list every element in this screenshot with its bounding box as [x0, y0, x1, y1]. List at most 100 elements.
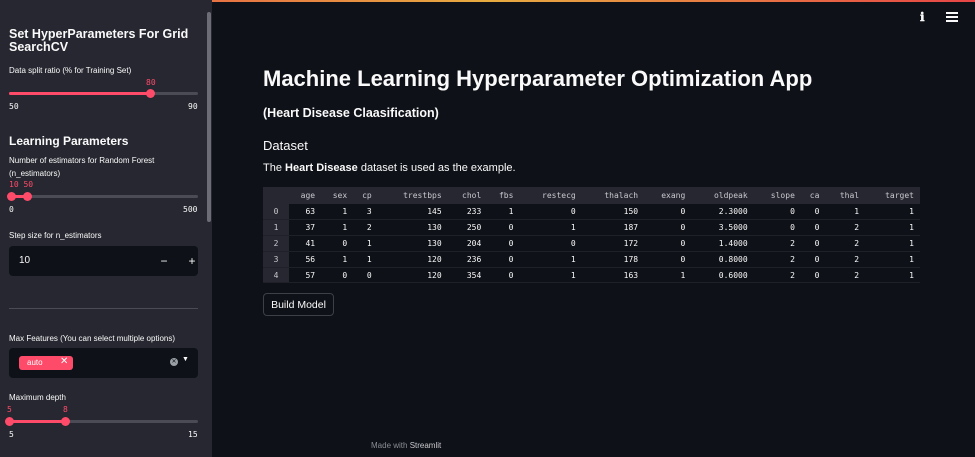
step-decrement-button[interactable]: − [157, 253, 171, 269]
row-index: 4 [263, 267, 289, 284]
table-cell: 120 [377, 251, 448, 268]
n-estimators-label-2: (n_estimators) [9, 169, 61, 178]
column-header[interactable]: oldpeak [691, 187, 754, 204]
table-cell: 204 [447, 235, 488, 252]
column-header[interactable]: sex [321, 187, 354, 204]
table-cell: 1 [487, 204, 520, 221]
table-cell: 354 [447, 267, 488, 284]
dataset-heading: Dataset [263, 138, 308, 153]
n-estimators-thumb-high[interactable] [23, 192, 32, 201]
column-header[interactable]: cp [353, 187, 378, 204]
table-cell: 0 [487, 251, 520, 268]
column-header[interactable]: slope [753, 187, 801, 204]
chip-remove-icon[interactable]: ✕ [60, 356, 68, 367]
chip-label: auto [27, 358, 43, 367]
table-cell: 2 [753, 235, 801, 252]
split-slider-fill [9, 92, 151, 95]
column-header[interactable]: trestbps [377, 187, 448, 204]
max-depth-max: 15 [188, 430, 198, 439]
n-estimators-thumb-low[interactable] [7, 192, 16, 201]
table-cell: 178 [581, 251, 645, 268]
table-cell: 0 [644, 204, 692, 221]
table-cell: 233 [447, 204, 488, 221]
max-features-multiselect[interactable]: auto ✕ ✕ ▼ [9, 348, 198, 378]
column-header[interactable]: age [289, 187, 322, 204]
table-cell: 0 [644, 251, 692, 268]
table-cell: 1 [519, 251, 582, 268]
table-cell: 1 [321, 219, 354, 237]
column-header[interactable]: target [865, 187, 920, 204]
step-size-value[interactable]: 10 [19, 255, 30, 266]
learning-parameters-heading: Learning Parameters [9, 134, 129, 148]
table-cell: 0 [800, 235, 826, 252]
column-header[interactable]: fbs [487, 187, 520, 204]
table-cell: 0 [800, 267, 826, 284]
sidebar-scrollbar[interactable] [207, 12, 211, 222]
row-index: 3 [263, 251, 289, 268]
table-cell: 0 [487, 235, 520, 252]
split-slider-max: 90 [188, 102, 198, 111]
split-slider-label: Data split ratio (% for Training Set) [9, 66, 132, 75]
table-cell: 1 [321, 251, 354, 268]
step-size-input[interactable]: 10 − + [9, 246, 198, 276]
step-size-label: Step size for n_estimators [9, 231, 102, 240]
table-cell: 236 [447, 251, 488, 268]
table-cell: 145 [377, 204, 448, 221]
column-header[interactable]: restecg [519, 187, 582, 204]
table-cell: 63 [289, 204, 322, 221]
clear-icon[interactable]: ✕ [170, 358, 178, 366]
table-cell: 1 [519, 267, 582, 284]
dataset-table[interactable]: age sex cp trestbps chol fbs restecg thalach exa… [263, 187, 920, 284]
table-cell: 150 [581, 204, 645, 221]
column-header[interactable]: chol [447, 187, 488, 204]
max-depth-min: 5 [9, 430, 14, 439]
split-slider-thumb[interactable] [146, 89, 155, 98]
table-row: 0 63 1 3 145 233 1 0 150 0 2.3000 0 0 1 1 [263, 204, 920, 221]
table-row: 4 57 0 0 120 354 0 1 163 1 0.6000 2 0 2 1 [263, 267, 920, 284]
table-cell: 0 [487, 267, 520, 284]
footer: Made with Streamlit [371, 441, 441, 450]
table-cell: 2 [825, 235, 866, 252]
index-header [263, 187, 289, 204]
max-depth-thumb-high[interactable] [61, 417, 70, 426]
table-cell: 0 [519, 235, 582, 252]
step-increment-button[interactable]: + [185, 253, 199, 269]
column-header[interactable]: thal [825, 187, 866, 204]
max-depth-value-low: 5 [7, 405, 12, 414]
table-cell: 0 [487, 219, 520, 237]
table-cell: 130 [377, 235, 448, 252]
table-cell: 1 [825, 204, 866, 221]
table-cell: 172 [581, 235, 645, 252]
n-estimators-track[interactable] [9, 195, 198, 198]
footer-brand-link[interactable]: Streamlit [410, 441, 442, 450]
table-cell: 3 [353, 204, 378, 221]
table-cell: 120 [377, 267, 448, 284]
page-subtitle: (Heart Disease Claasification) [263, 106, 439, 120]
column-header[interactable]: thalach [581, 187, 645, 204]
table-cell: 57 [289, 267, 322, 284]
sidebar-divider [9, 308, 198, 309]
table-cell: 2 [825, 219, 866, 237]
table-cell: 0 [753, 219, 801, 237]
desc-pre: The [263, 162, 286, 174]
table-cell: 0.8000 [691, 251, 754, 268]
table-cell: 41 [289, 235, 322, 252]
table-cell: 0 [800, 251, 826, 268]
info-icon[interactable]: ℹ [920, 10, 925, 24]
table-cell: 1 [644, 267, 692, 284]
chevron-down-icon[interactable]: ▼ [182, 356, 189, 363]
table-cell: 2 [753, 267, 801, 284]
table-cell: 2 [825, 267, 866, 284]
table-cell: 0 [644, 235, 692, 252]
max-depth-thumb-low[interactable] [5, 417, 14, 426]
table-cell: 0 [800, 219, 826, 237]
build-model-button[interactable]: Build Model [263, 293, 334, 316]
table-cell: 0 [519, 204, 582, 221]
column-header[interactable]: ca [800, 187, 826, 204]
table-cell: 2 [353, 219, 378, 237]
hamburger-menu-icon[interactable] [946, 12, 958, 22]
table-row: 1 37 1 2 130 250 0 1 187 0 3.5000 0 0 2 1 [263, 219, 920, 237]
n-estimators-max: 500 [183, 205, 198, 214]
table-cell: 0 [321, 267, 354, 284]
column-header[interactable]: exang [644, 187, 692, 204]
